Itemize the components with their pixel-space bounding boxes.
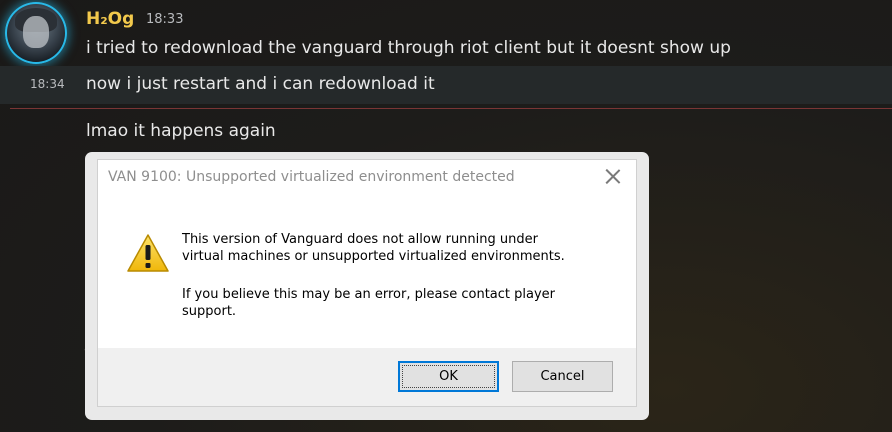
message-row: 18:34 now i just restart and i can redow… [0,66,892,104]
message-group: H₂Og 18:33 i tried to redownload the van… [0,0,892,66]
error-dialog: VAN 9100: Unsupported virtualized enviro… [97,159,637,407]
avatar[interactable] [5,2,67,64]
message-timestamp-side: 18:34 [30,77,65,91]
cancel-button-label: Cancel [540,369,585,384]
dialog-title: VAN 9100: Unsupported virtualized enviro… [108,169,515,185]
message-text: now i just restart and i can redownload … [86,74,435,94]
username[interactable]: H₂Og [86,9,134,29]
message-text: i tried to redownload the vanguard throu… [86,38,731,58]
close-icon[interactable] [603,166,623,186]
avatar-face [23,16,49,48]
ok-button[interactable]: OK [398,361,499,392]
dialog-message-line: virtual machines or unsupported virtuali… [182,249,565,264]
dialog-message-line: support. [182,304,237,319]
dialog-footer: OK Cancel [98,348,636,406]
cancel-button[interactable]: Cancel [512,361,613,392]
warning-icon [127,234,169,272]
dialog-message-line: If you believe this may be an error, ple… [182,287,556,302]
message-timestamp: 18:33 [146,12,184,27]
focus-ring [402,365,495,388]
new-messages-divider [10,108,892,109]
dialog-message-line: This version of Vanguard does not allow … [182,232,538,247]
message-text: lmao it happens again [86,121,276,141]
